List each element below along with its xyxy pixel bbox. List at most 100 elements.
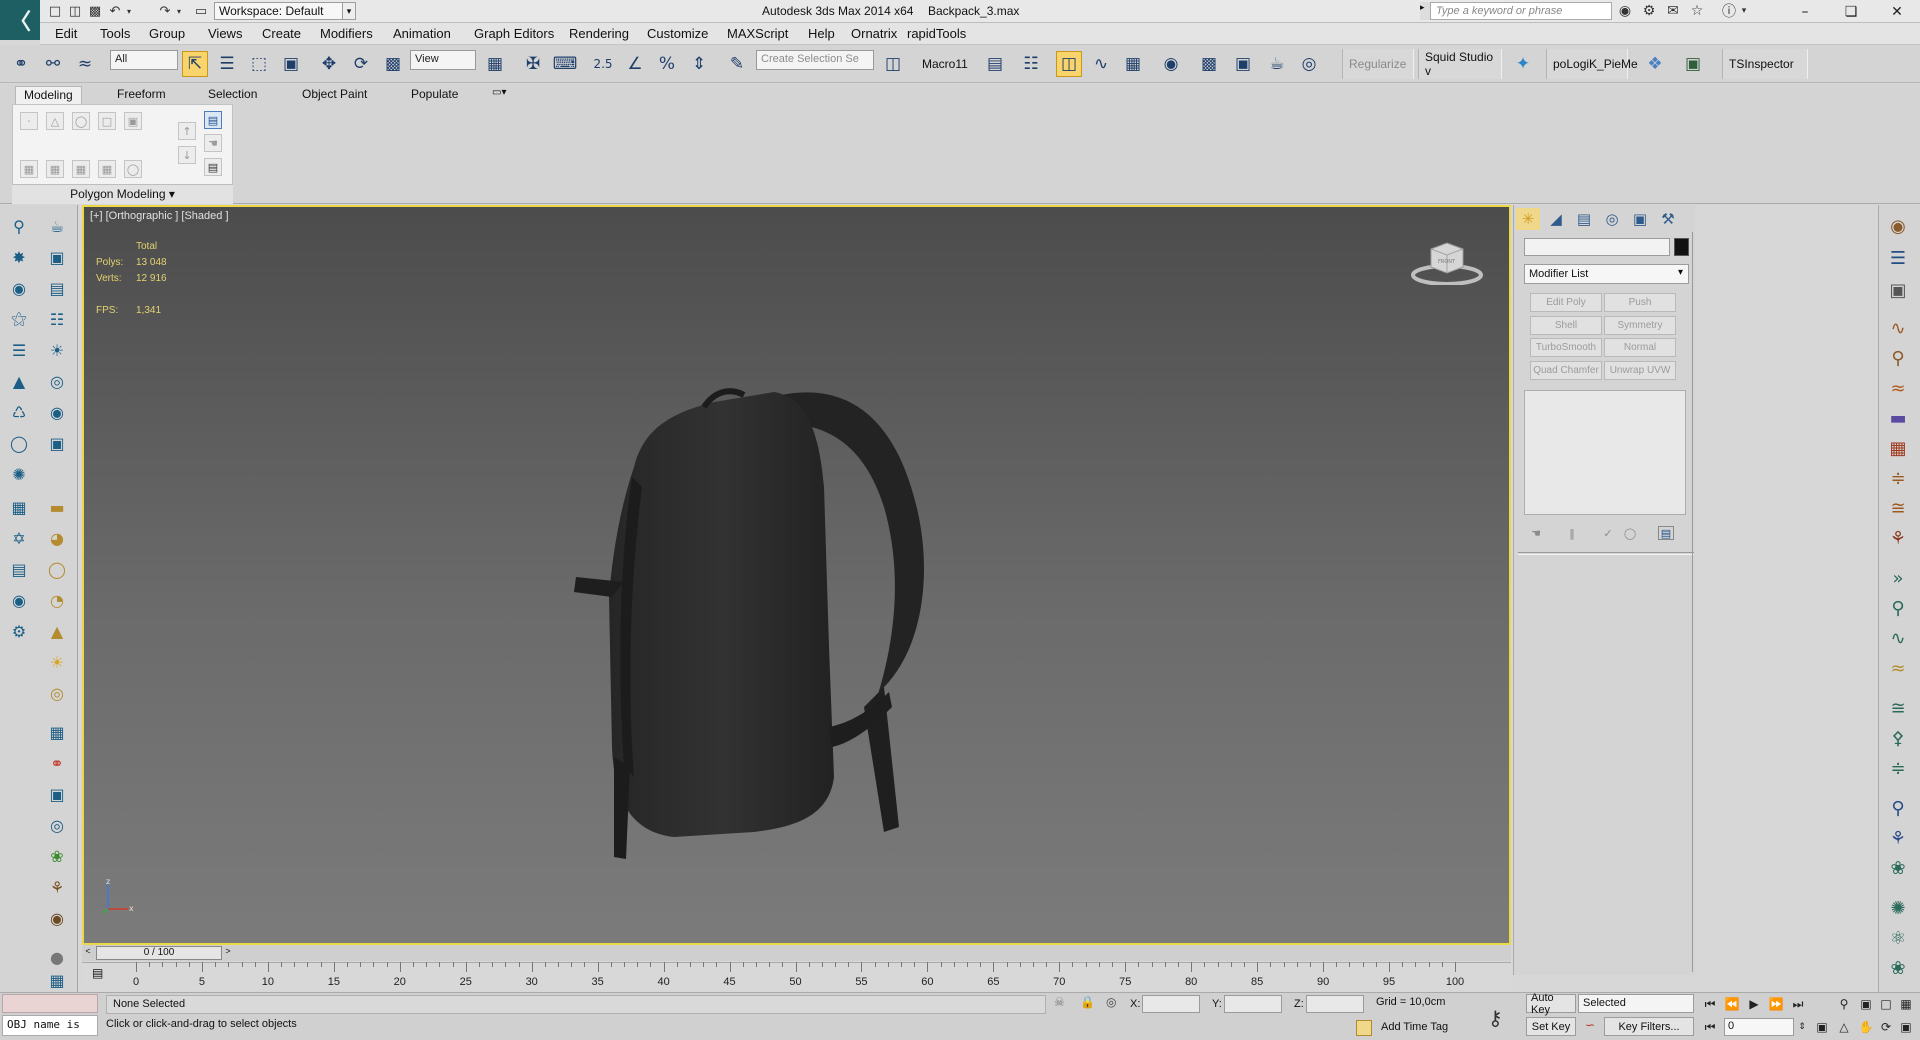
absolute-transform-icon[interactable]: ◎ [1106, 995, 1116, 1009]
menu-group[interactable]: Group [149, 26, 185, 41]
plugin-branch-icon[interactable]: ⚘ [1882, 826, 1914, 850]
tsinspector-button[interactable]: TSInspector [1722, 49, 1808, 79]
plugin-wave2-icon[interactable]: ≑ [1882, 756, 1914, 780]
select-object-icon[interactable]: ⇱ [182, 51, 208, 77]
object-name-field[interactable] [1524, 238, 1670, 256]
pologik-pieme-button[interactable]: poLogiK_PieMe [1546, 49, 1638, 79]
move-up-stack-icon[interactable]: ↑ [178, 122, 196, 140]
menu-customize[interactable]: Customize [647, 26, 708, 41]
sun-icon[interactable]: ☀ [44, 650, 70, 674]
play-icon[interactable]: ▶ [1744, 995, 1764, 1013]
bind-to-space-warp-icon[interactable]: ≈ [72, 51, 98, 77]
plugin-chevrons-icon[interactable]: » [1882, 566, 1914, 590]
maximize-viewport-icon[interactable]: ▣ [1896, 1018, 1916, 1036]
project-folder-icon[interactable]: ▭ [192, 3, 210, 19]
menu-graph-editors[interactable]: Graph Editors [474, 26, 554, 41]
minimize-icon[interactable]: – [1782, 0, 1828, 23]
plugin-cube-icon[interactable]: ▦ [44, 720, 70, 744]
render-list-icon[interactable]: ▤ [44, 276, 70, 300]
menu-maxscript[interactable]: MAXScript [727, 26, 788, 41]
modifier-stack-list[interactable] [1524, 390, 1686, 515]
layer-manager-icon[interactable]: ☷ [1018, 51, 1044, 77]
display-icon[interactable]: ◉ [6, 588, 32, 612]
layers-icon[interactable]: ☰ [6, 338, 32, 362]
mini-grid-icon[interactable]: ▦ [44, 968, 70, 992]
y-coordinate-field[interactable] [1224, 995, 1282, 1013]
grow-selection-icon[interactable]: ▦ [20, 160, 38, 178]
curve-editor-mini-icon[interactable]: ▤ [92, 966, 103, 980]
scatter-icon[interactable]: ✺ [6, 462, 32, 486]
plugin-hook-icon[interactable]: ⚲ [1882, 346, 1914, 370]
globe-icon[interactable]: ◎ [44, 813, 70, 837]
object-color-swatch[interactable] [1674, 238, 1689, 256]
communication-icon[interactable]: ✉ [1662, 2, 1684, 20]
select-manipulate-icon[interactable]: ✠ [520, 51, 546, 77]
plugin-bird-icon[interactable]: ✦ [1510, 51, 1536, 77]
undo-dropdown-icon[interactable]: ▾ [124, 3, 134, 19]
menu-rendering[interactable]: Rendering [569, 26, 629, 41]
plugin-rope-icon[interactable]: ∿ [1882, 316, 1914, 340]
reference-coordinate-dropdown[interactable]: View [410, 50, 476, 70]
plugin-tree-icon[interactable]: ⚘ [1882, 526, 1914, 550]
plugin-link-icon[interactable]: ⚭ [44, 751, 70, 775]
menu-help[interactable]: Help [808, 26, 835, 41]
current-frame-field[interactable]: 0 [1724, 1018, 1794, 1036]
pivot-center-icon[interactable]: ▦ [482, 51, 508, 77]
time-slider-thumb[interactable]: 0 / 100 [96, 946, 222, 960]
collapse-stack-icon[interactable]: ▤ [204, 158, 222, 176]
plugin-person-icon[interactable]: ⚲ [1882, 596, 1914, 620]
plane-icon[interactable]: ▬ [44, 495, 70, 519]
utilities-tab-icon[interactable]: ⚒ [1656, 208, 1680, 230]
motion-tab-icon[interactable]: ◎ [1600, 208, 1624, 230]
rectangular-selection-icon[interactable]: ⬚ [246, 51, 272, 77]
plugin-scatter-icon[interactable]: ✺ [1882, 896, 1914, 920]
render-iterative-icon[interactable]: ◎ [1296, 51, 1322, 77]
tab-selection[interactable]: Selection [200, 86, 265, 104]
open-file-icon[interactable]: ◫ [66, 3, 84, 19]
plugin-grass-icon[interactable]: ❀ [1882, 956, 1914, 980]
select-and-scale-icon[interactable]: ▩ [380, 51, 406, 77]
plugin-spiral-icon[interactable]: ∿ [1882, 626, 1914, 650]
zoom-extents-icon[interactable]: □ [1876, 995, 1896, 1013]
undo-icon[interactable]: ↶ [106, 3, 124, 19]
plugin-list-icon[interactable]: ☰ [1882, 246, 1914, 270]
maxscript-listener-input[interactable]: OBJ name is [2, 1015, 98, 1036]
plugin-shield-icon[interactable]: ❖ [1642, 51, 1668, 77]
z-coordinate-field[interactable] [1306, 995, 1364, 1013]
backpack-model[interactable] [554, 347, 1054, 867]
film-icon[interactable]: ▣ [44, 431, 70, 455]
rotate-helper-icon[interactable]: ♺ [6, 400, 32, 424]
light-lister-icon[interactable]: ☀ [44, 338, 70, 362]
ring-selection-icon[interactable]: ▦ [72, 160, 90, 178]
plugin-hair-icon[interactable]: ≅ [1882, 696, 1914, 720]
go-to-end-icon[interactable]: ⏭ [1788, 995, 1808, 1013]
time-slider[interactable] [82, 945, 1511, 961]
tab-populate[interactable]: Populate [403, 86, 466, 104]
plugin-flame-icon[interactable]: ≈ [1882, 376, 1914, 400]
plugin-wave-icon[interactable]: ≈ [1882, 656, 1914, 680]
subscription-icon[interactable]: ⚙ [1638, 2, 1660, 20]
systems-icon[interactable]: ⚝ [6, 307, 32, 331]
pin-stack-button-icon[interactable]: ☚ [1528, 526, 1544, 540]
grid-helper-icon[interactable]: ▦ [6, 495, 32, 519]
preview-selection-icon[interactable]: ◯ [124, 160, 142, 178]
select-and-rotate-icon[interactable]: ⟳ [348, 51, 374, 77]
teapot-icon[interactable]: ☕ [44, 214, 70, 238]
configure-modifier-sets-icon[interactable]: ▤ [1658, 526, 1674, 540]
set-key-icon[interactable]: ∽ [1580, 1018, 1600, 1036]
hat-icon[interactable]: ◔ [44, 588, 70, 612]
plant-icon[interactable]: ❀ [44, 844, 70, 868]
unwrap-uvw-button[interactable]: Unwrap UVW [1604, 361, 1676, 380]
menu-edit[interactable]: Edit [55, 26, 77, 41]
display-tab-icon[interactable]: ▣ [1628, 208, 1652, 230]
help-dropdown-icon[interactable]: ▾ [1738, 2, 1750, 20]
ribbon-minimize-icon[interactable]: ▭▾ [484, 86, 514, 104]
hierarchy-tab-icon[interactable]: ▤ [1572, 208, 1596, 230]
favorites-star-icon[interactable]: ☆ [1686, 2, 1708, 20]
named-selection-set-dropdown[interactable]: Create Selection Se [756, 50, 874, 70]
maximize-icon[interactable]: ❏ [1828, 0, 1874, 23]
basket-icon[interactable]: ◉ [44, 906, 70, 930]
modify-tab-icon[interactable]: ◢ [1544, 208, 1568, 230]
curve-editor-icon[interactable]: ∿ [1088, 51, 1114, 77]
viewcube-icon[interactable]: FRONT [1411, 237, 1483, 285]
